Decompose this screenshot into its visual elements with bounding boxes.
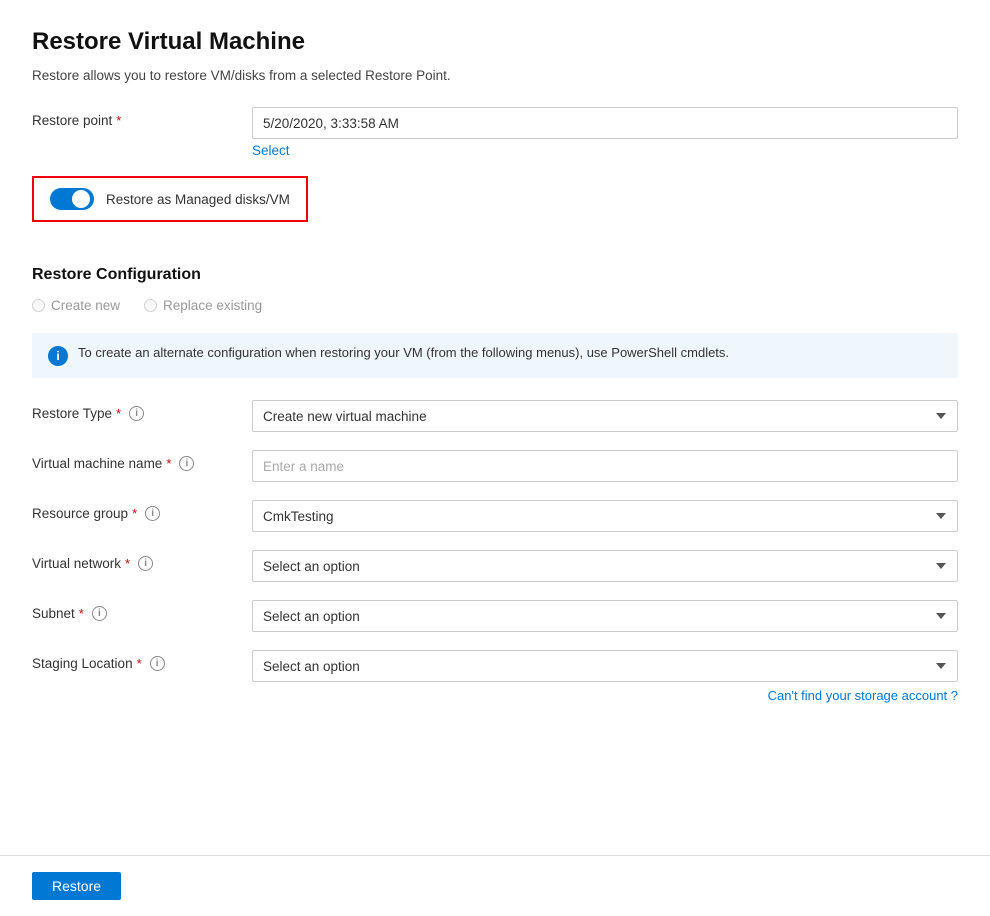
toggle-slider [50,188,94,210]
restore-type-control: Create new virtual machine [252,400,958,432]
vm-name-row: Virtual machine name * i [32,450,958,482]
vm-name-control [252,450,958,482]
staging-location-select[interactable]: Select an option [252,650,958,682]
resource-group-label: Resource group * i [32,500,252,521]
page-container: Restore Virtual Machine Restore allows y… [0,0,990,916]
toggle-section-wrapper: Restore as Managed disks/VM [32,176,958,244]
virtual-network-control: Select an option [252,550,958,582]
vm-name-info-icon: i [179,456,194,471]
required-star: * [116,113,121,128]
vm-name-label: Virtual machine name * i [32,450,252,471]
virtual-network-select[interactable]: Select an option [252,550,958,582]
subtitle: Restore allows you to restore VM/disks f… [32,68,958,83]
restore-point-control: Select [252,107,958,158]
resource-group-info-icon: i [145,506,160,521]
restore-type-info-icon: i [129,406,144,421]
required-star-staging-location: * [137,656,142,671]
footer: Restore [0,855,990,916]
restore-point-select-link[interactable]: Select [252,143,958,158]
info-message: To create an alternate configuration whe… [78,345,729,360]
restore-point-row: Restore point * Select [32,107,958,158]
subnet-info-icon: i [92,606,107,621]
subnet-select[interactable]: Select an option [252,600,958,632]
staging-location-control: Select an option Can't find your storage… [252,650,958,703]
cant-find-storage-link[interactable]: Can't find your storage account ? [768,688,958,703]
subnet-select-wrapper: Select an option [252,600,958,632]
virtual-network-info-icon: i [138,556,153,571]
subnet-label: Subnet * i [32,600,252,621]
radio-group: Create new Replace existing [32,298,958,313]
page-title: Restore Virtual Machine [32,28,958,56]
staging-location-row: Staging Location * i Select an option Ca… [32,650,958,703]
restore-button[interactable]: Restore [32,872,121,900]
resource-group-control: CmkTesting [252,500,958,532]
restore-point-input[interactable] [252,107,958,139]
main-content: Restore Virtual Machine Restore allows y… [0,0,990,855]
radio-create-new[interactable]: Create new [32,298,120,313]
subnet-control: Select an option [252,600,958,632]
subnet-row: Subnet * i Select an option [32,600,958,632]
toggle-label: Restore as Managed disks/VM [106,192,290,207]
required-star-restore-type: * [116,406,121,421]
info-box: i To create an alternate configuration w… [32,333,958,378]
required-star-resource-group: * [132,506,137,521]
radio-replace-existing[interactable]: Replace existing [144,298,262,313]
resource-group-select-wrapper: CmkTesting [252,500,958,532]
restore-type-label: Restore Type * i [32,400,252,421]
required-star-subnet: * [79,606,84,621]
staging-location-info-icon: i [150,656,165,671]
resource-group-row: Resource group * i CmkTesting [32,500,958,532]
restore-type-select-wrapper: Create new virtual machine [252,400,958,432]
virtual-network-label: Virtual network * i [32,550,252,571]
staging-location-select-wrapper: Select an option [252,650,958,682]
info-circle-icon: i [48,346,68,366]
restore-type-row: Restore Type * i Create new virtual mach… [32,400,958,432]
virtual-network-row: Virtual network * i Select an option [32,550,958,582]
restore-type-select[interactable]: Create new virtual machine [252,400,958,432]
virtual-network-select-wrapper: Select an option [252,550,958,582]
restore-configuration-header: Restore Configuration [32,266,958,284]
restore-point-label: Restore point * [32,107,252,128]
vm-name-input[interactable] [252,450,958,482]
required-star-vm-name: * [166,456,171,471]
resource-group-select[interactable]: CmkTesting [252,500,958,532]
required-star-virtual-network: * [125,556,130,571]
toggle-section: Restore as Managed disks/VM [32,176,308,222]
cant-find-row: Can't find your storage account ? [252,688,958,703]
managed-disks-toggle[interactable] [50,188,94,210]
staging-location-label: Staging Location * i [32,650,252,671]
